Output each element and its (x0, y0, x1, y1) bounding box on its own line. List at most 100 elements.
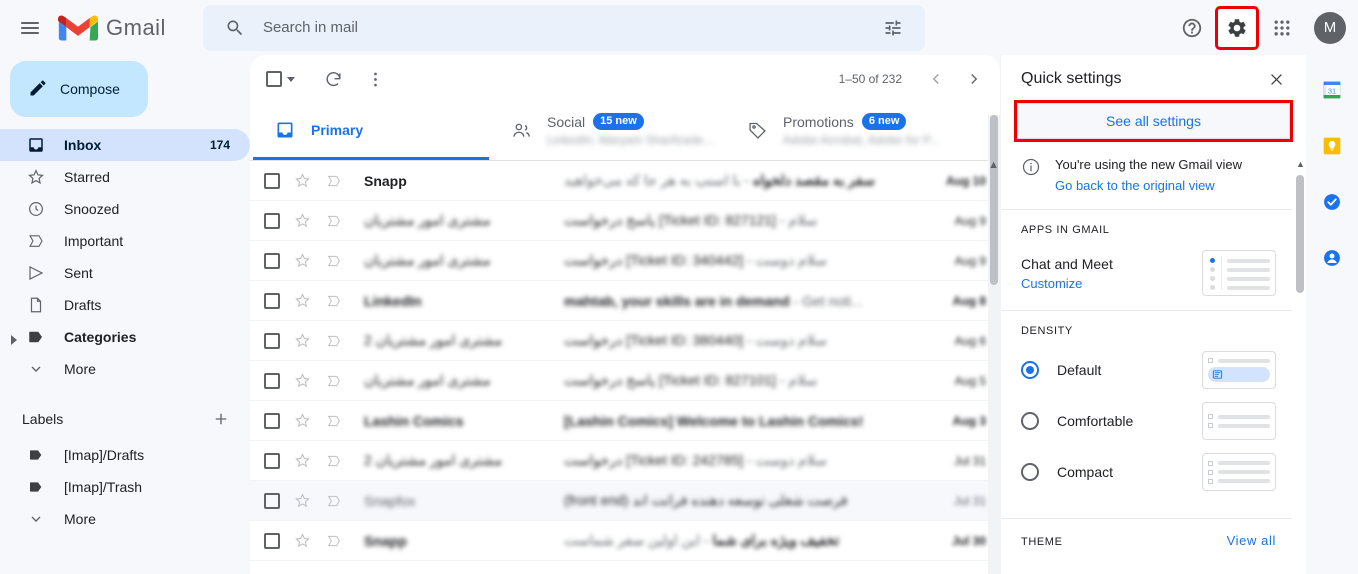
table-row[interactable]: Lashin Comics [Lashin Comics] Welcome to … (250, 401, 1000, 441)
star-outline-icon[interactable] (292, 372, 312, 389)
radio-icon[interactable] (1021, 463, 1039, 481)
table-row[interactable]: Snapp تخفیف ویژه برای شما - این اولین سفر… (250, 521, 1000, 561)
row-checkbox[interactable] (264, 452, 280, 469)
sidebar-label-more[interactable]: More (0, 503, 250, 535)
important-chevron-icon[interactable] (324, 333, 344, 349)
row-checkbox[interactable] (264, 332, 280, 349)
see-all-settings-highlight: See all settings (1014, 100, 1293, 142)
tab-promotions[interactable]: Promotions 6 new Adobe Acrobat, Adobe fo… (725, 103, 961, 160)
star-outline-icon (26, 167, 46, 187)
select-all-checkbox[interactable] (264, 71, 297, 87)
density-option-default[interactable]: Default (1021, 351, 1276, 389)
table-row[interactable]: مشتری امور مشتریان پاسخ درخواست [Ticket I… (250, 201, 1000, 241)
google-tasks-icon[interactable] (1315, 185, 1349, 219)
google-keep-icon[interactable] (1315, 129, 1349, 163)
radio-icon[interactable] (1021, 361, 1039, 379)
row-checkbox[interactable] (264, 372, 280, 389)
star-outline-icon[interactable] (292, 332, 312, 349)
table-row[interactable]: مشتری امور مشتریان 2 درخواست [Ticket ID: … (250, 321, 1000, 361)
close-x-icon[interactable] (1260, 63, 1292, 95)
important-chevron-icon[interactable] (324, 213, 344, 229)
important-chevron-icon[interactable] (324, 293, 344, 309)
tab-social[interactable]: Social 15 new LinkedIn, Maryam Sharifzad… (489, 103, 725, 160)
quick-settings-panel: Quick settings See all settings You're u… (1000, 55, 1306, 574)
avatar[interactable]: M (1314, 11, 1346, 44)
star-outline-icon[interactable] (292, 252, 312, 269)
customize-link[interactable]: Customize (1021, 276, 1202, 291)
more-vertical-icon[interactable] (357, 61, 393, 97)
star-outline-icon[interactable] (292, 172, 312, 189)
quick-settings-scrollbar[interactable]: ▲ (1296, 157, 1305, 574)
refresh-icon[interactable] (315, 61, 351, 97)
see-all-settings-button[interactable]: See all settings (1017, 103, 1290, 139)
important-chevron-icon[interactable] (324, 413, 344, 429)
google-contacts-icon[interactable] (1315, 241, 1349, 275)
important-chevron-icon[interactable] (324, 253, 344, 269)
row-checkbox[interactable] (264, 252, 280, 269)
important-chevron-icon[interactable] (324, 493, 344, 509)
scrollbar-thumb[interactable] (990, 115, 998, 285)
scroll-up-icon[interactable]: ▲ (988, 159, 999, 171)
table-row[interactable]: مشتری امور مشتریان 2 درخواست [Ticket ID: … (250, 441, 1000, 481)
scrollbar-thumb[interactable] (1296, 175, 1304, 293)
theme-view-all-link[interactable]: View all (1227, 533, 1276, 548)
gmail-logo-icon (58, 13, 98, 43)
sidebar-item-sent[interactable]: Sent (0, 257, 250, 289)
sidebar-item-categories[interactable]: Categories (0, 321, 250, 353)
row-subject: سفر به مقصد دلخواه - با اسنپ به هر جا که… (564, 172, 875, 188)
density-option-comfortable[interactable]: Comfortable (1021, 402, 1276, 440)
sidebar-label-imap-drafts[interactable]: [Imap]/Drafts (0, 439, 250, 471)
sidebar-item-starred[interactable]: Starred (0, 161, 250, 193)
chevron-left-icon[interactable] (918, 61, 954, 97)
chevron-right-icon[interactable] (956, 61, 992, 97)
sidebar-item-label: Snoozed (64, 201, 120, 217)
compose-button[interactable]: Compose (10, 61, 148, 117)
table-row[interactable]: مشتری امور مشتریان درخواست [Ticket ID: 34… (250, 241, 1000, 281)
sidebar-item-more[interactable]: More (0, 353, 250, 385)
tune-options-icon[interactable] (873, 8, 913, 48)
labels-title: Labels (22, 411, 64, 427)
table-row[interactable]: LinkedIn mahtab, your skills are in deman… (250, 281, 1000, 321)
search-input[interactable] (254, 19, 873, 36)
star-outline-icon[interactable] (292, 492, 312, 509)
mail-list-scrollbar[interactable] (988, 115, 1000, 574)
row-checkbox[interactable] (264, 212, 280, 229)
row-checkbox[interactable] (264, 172, 280, 189)
search-icon[interactable] (215, 8, 255, 48)
label-tag-icon (26, 477, 46, 497)
star-outline-icon[interactable] (292, 212, 312, 229)
scroll-up-icon[interactable]: ▲ (1296, 159, 1305, 169)
table-row[interactable]: Snapfox (front end) فرصت شغلی توسعه دهنده… (250, 481, 1000, 521)
table-row[interactable]: Snapp سفر به مقصد دلخواه - با اسنپ به هر … (250, 161, 1000, 201)
radio-icon[interactable] (1021, 412, 1039, 430)
plus-icon[interactable] (210, 408, 232, 430)
sidebar-label-imap-trash[interactable]: [Imap]/Trash (0, 471, 250, 503)
main-menu-icon[interactable] (8, 6, 52, 50)
sidebar-item-inbox[interactable]: Inbox 174 (0, 129, 250, 161)
gmail-brand[interactable]: Gmail (58, 13, 166, 43)
row-checkbox[interactable] (264, 292, 280, 309)
google-apps-grid-icon[interactable] (1260, 6, 1304, 50)
density-option-compact[interactable]: Compact (1021, 453, 1276, 491)
star-outline-icon[interactable] (292, 412, 312, 429)
row-checkbox[interactable] (264, 492, 280, 509)
new-view-notice: You're using the new Gmail view Go back … (1001, 149, 1292, 209)
important-chevron-icon[interactable] (324, 373, 344, 389)
google-calendar-icon[interactable]: 31 (1315, 73, 1349, 107)
important-chevron-icon[interactable] (324, 453, 344, 469)
sidebar-item-important[interactable]: Important (0, 225, 250, 257)
row-checkbox[interactable] (264, 532, 280, 549)
gear-icon[interactable] (1215, 5, 1259, 50)
tab-primary[interactable]: Primary (253, 103, 489, 160)
star-outline-icon[interactable] (292, 532, 312, 549)
sidebar-item-snoozed[interactable]: Snoozed (0, 193, 250, 225)
sidebar-item-drafts[interactable]: Drafts (0, 289, 250, 321)
row-checkbox[interactable] (264, 412, 280, 429)
star-outline-icon[interactable] (292, 292, 312, 309)
table-row[interactable]: مشتری امور مشتریان پاسخ درخواست [Ticket I… (250, 361, 1000, 401)
go-back-original-view-link[interactable]: Go back to the original view (1055, 178, 1242, 193)
help-question-icon[interactable] (1170, 6, 1214, 50)
star-outline-icon[interactable] (292, 452, 312, 469)
important-chevron-icon[interactable] (324, 533, 344, 549)
important-chevron-icon[interactable] (324, 173, 344, 189)
